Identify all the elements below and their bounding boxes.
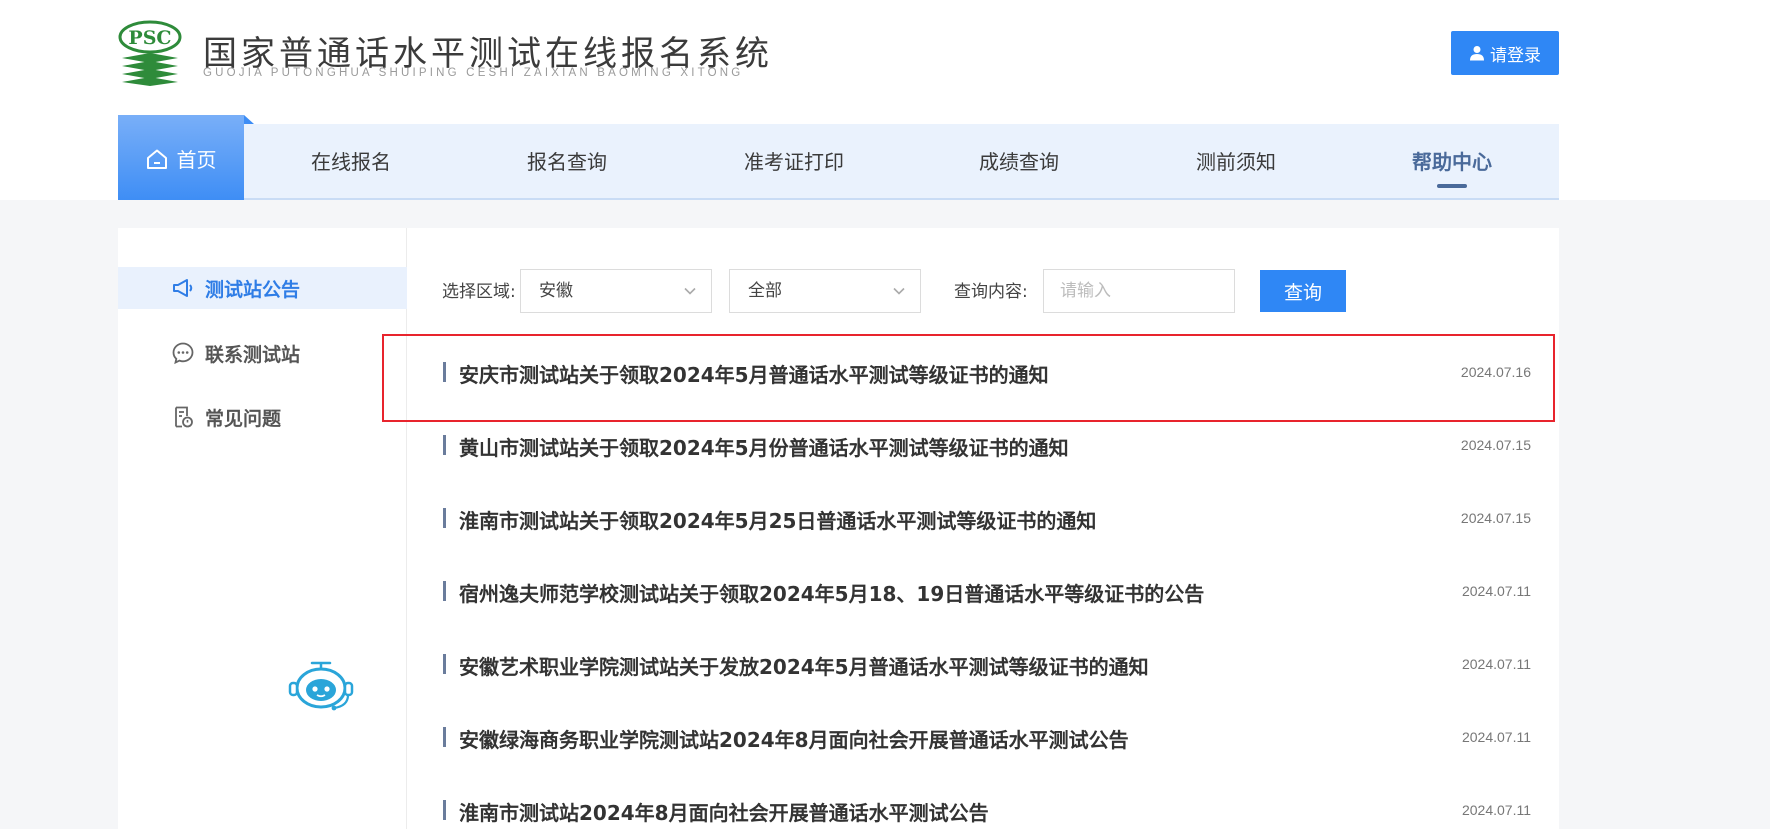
news-item[interactable]: 宿州逸夫师范学校测试站关于领取2024年5月18、19日普通话水平等级证书的公告… (443, 572, 1531, 612)
nav-signup-query[interactable]: 报名查询 (527, 124, 607, 200)
news-date: 2024.07.15 (1460, 437, 1531, 453)
news-bullet (443, 508, 446, 528)
nav-pretest-notice[interactable]: 测前须知 (1196, 124, 1276, 200)
sidebar-item-faq[interactable]: 常见问题 (118, 396, 407, 438)
news-bullet (443, 362, 446, 382)
login-button[interactable]: 请登录 (1451, 31, 1559, 75)
region-select[interactable]: 安徽 (520, 269, 712, 313)
logo-text: PSC (128, 27, 171, 49)
login-label: 请登录 (1490, 45, 1541, 66)
sidebar-item-label: 测试站公告 (205, 278, 301, 301)
document-question-icon (175, 406, 193, 428)
scope-select-value: 全部 (748, 281, 782, 301)
main-nav: 首页 在线报名 报名查询 准考证打印 成绩查询 测前须知 帮助中心 (118, 115, 1559, 202)
chevron-down-icon (684, 287, 696, 295)
news-item[interactable]: 淮南市测试站关于领取2024年5月25日普通话水平测试等级证书的通知 2024.… (443, 499, 1531, 539)
query-button[interactable]: 查询 (1260, 270, 1346, 312)
nav-home[interactable]: 首页 (118, 115, 254, 202)
nav-online-signup[interactable]: 在线报名 (311, 124, 391, 200)
news-date: 2024.07.15 (1460, 510, 1531, 526)
news-bullet (443, 654, 446, 674)
news-title[interactable]: 淮南市测试站关于领取2024年5月25日普通话水平测试等级证书的通知 (459, 505, 1096, 534)
news-bullet (443, 435, 446, 455)
sidebar-item-label: 联系测试站 (205, 343, 301, 366)
robot-assistant-icon[interactable] (288, 660, 354, 716)
scope-select[interactable]: 全部 (729, 269, 921, 313)
psc-logo[interactable]: PSC (118, 20, 182, 86)
chat-bubble-icon (172, 342, 194, 365)
home-icon (146, 149, 167, 169)
news-title[interactable]: 安徽艺术职业学院测试站关于发放2024年5月普通话水平测试等级证书的通知 (459, 651, 1149, 680)
news-bullet (443, 727, 446, 747)
news-item[interactable]: 淮南市测试站2024年8月面向社会开展普通话水平测试公告 2024.07.11 (443, 791, 1531, 829)
announcement-main: 选择区域: 安徽 全部 查询内容: 查询 安庆市测试站关于领取2024年5月普通… (408, 228, 1559, 829)
nav-admission-print[interactable]: 准考证打印 (744, 124, 844, 200)
news-item[interactable]: 安徽艺术职业学院测试站关于发放2024年5月普通话水平测试等级证书的通知 202… (443, 645, 1531, 685)
query-label: 查询内容: (954, 282, 1028, 302)
user-icon (1470, 46, 1484, 61)
nav-home-label: 首页 (176, 148, 217, 172)
news-date: 2024.07.11 (1461, 729, 1531, 745)
query-input[interactable] (1043, 269, 1235, 313)
news-item[interactable]: 安徽绿海商务职业学院测试站2024年8月面向社会开展普通话水平测试公告 2024… (443, 718, 1531, 758)
content-panel: 测试站公告 联系测试站 常见问题 选择区域: 安徽 全部 查询内容: 请输入 查… (118, 228, 1559, 829)
news-date: 2024.07.11 (1461, 802, 1531, 818)
news-bullet (443, 800, 446, 820)
news-item[interactable]: 安庆市测试站关于领取2024年5月普通话水平测试等级证书的通知 2024.07.… (443, 353, 1531, 393)
news-title[interactable]: 宿州逸夫师范学校测试站关于领取2024年5月18、19日普通话水平等级证书的公告 (459, 578, 1204, 607)
sidebar-item-announcements[interactable]: 测试站公告 (118, 267, 407, 309)
news-date: 2024.07.16 (1460, 364, 1531, 380)
news-title[interactable]: 安徽绿海商务职业学院测试站2024年8月面向社会开展普通话水平测试公告 (459, 724, 1129, 753)
nav-score-query[interactable]: 成绩查询 (979, 124, 1059, 200)
nav-help-center[interactable]: 帮助中心 (1412, 124, 1492, 200)
news-date: 2024.07.11 (1461, 656, 1531, 672)
news-date: 2024.07.11 (1461, 583, 1531, 599)
news-title[interactable]: 淮南市测试站2024年8月面向社会开展普通话水平测试公告 (459, 797, 989, 826)
sidebar-item-contact[interactable]: 联系测试站 (118, 332, 407, 374)
news-bullet (443, 581, 446, 601)
sidebar: 测试站公告 联系测试站 常见问题 (118, 228, 407, 829)
megaphone-icon (173, 279, 193, 297)
region-select-value: 安徽 (539, 281, 573, 301)
sidebar-item-label: 常见问题 (205, 407, 282, 430)
news-title[interactable]: 安庆市测试站关于领取2024年5月普通话水平测试等级证书的通知 (459, 359, 1049, 388)
news-title[interactable]: 黄山市测试站关于领取2024年5月份普通话水平测试等级证书的通知 (459, 432, 1069, 461)
region-label: 选择区域: (442, 282, 516, 302)
site-subtitle: GUOJIA PUTONGHUA SHUIPING CESHI ZAIXIAN … (203, 67, 744, 79)
news-item[interactable]: 黄山市测试站关于领取2024年5月份普通话水平测试等级证书的通知 2024.07… (443, 426, 1531, 466)
chevron-down-icon (893, 287, 905, 295)
